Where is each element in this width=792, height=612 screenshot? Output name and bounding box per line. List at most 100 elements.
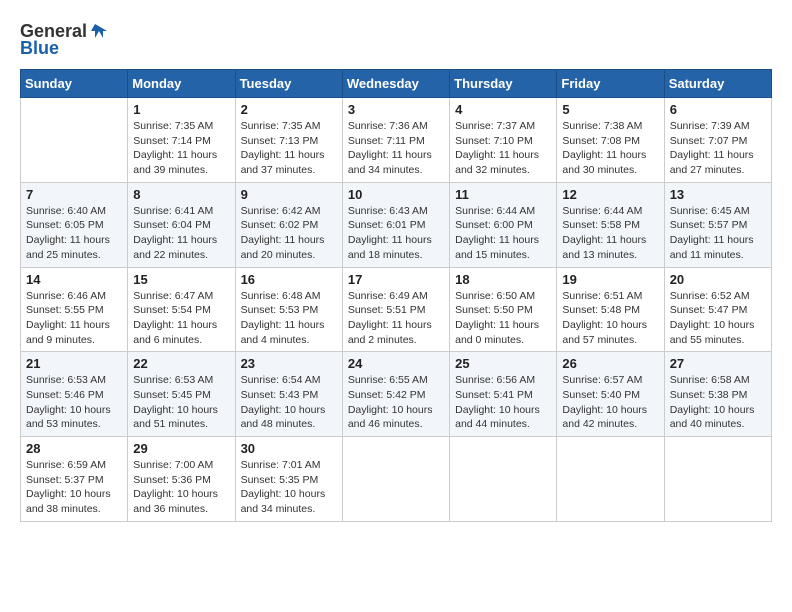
day-number: 8 [133,187,229,202]
day-detail: Sunrise: 6:51 AMSunset: 5:48 PMDaylight:… [562,289,658,348]
day-number: 25 [455,356,551,371]
day-detail: Sunrise: 6:58 AMSunset: 5:38 PMDaylight:… [670,373,766,432]
day-detail: Sunrise: 7:35 AMSunset: 7:14 PMDaylight:… [133,119,229,178]
calendar-cell [450,437,557,522]
day-number: 22 [133,356,229,371]
day-number: 10 [348,187,444,202]
day-detail: Sunrise: 6:42 AMSunset: 6:02 PMDaylight:… [241,204,337,263]
calendar-cell: 13 Sunrise: 6:45 AMSunset: 5:57 PMDayligh… [664,182,771,267]
day-detail: Sunrise: 6:53 AMSunset: 5:46 PMDaylight:… [26,373,122,432]
weekday-header-wednesday: Wednesday [342,70,449,98]
weekday-header-thursday: Thursday [450,70,557,98]
day-number: 17 [348,272,444,287]
calendar-week-row: 28 Sunrise: 6:59 AMSunset: 5:37 PMDayligh… [21,437,772,522]
calendar-cell: 19 Sunrise: 6:51 AMSunset: 5:48 PMDayligh… [557,267,664,352]
calendar-cell: 28 Sunrise: 6:59 AMSunset: 5:37 PMDayligh… [21,437,128,522]
day-number: 15 [133,272,229,287]
day-number: 19 [562,272,658,287]
calendar-cell: 10 Sunrise: 6:43 AMSunset: 6:01 PMDayligh… [342,182,449,267]
day-number: 21 [26,356,122,371]
calendar-cell: 11 Sunrise: 6:44 AMSunset: 6:00 PMDayligh… [450,182,557,267]
day-detail: Sunrise: 7:35 AMSunset: 7:13 PMDaylight:… [241,119,337,178]
weekday-header-monday: Monday [128,70,235,98]
calendar-cell: 21 Sunrise: 6:53 AMSunset: 5:46 PMDayligh… [21,352,128,437]
calendar-cell [664,437,771,522]
day-detail: Sunrise: 6:59 AMSunset: 5:37 PMDaylight:… [26,458,122,517]
calendar-cell: 22 Sunrise: 6:53 AMSunset: 5:45 PMDayligh… [128,352,235,437]
page-header: General Blue [20,20,772,59]
day-number: 6 [670,102,766,117]
calendar-week-row: 1 Sunrise: 7:35 AMSunset: 7:14 PMDaylight… [21,98,772,183]
day-number: 11 [455,187,551,202]
day-detail: Sunrise: 7:39 AMSunset: 7:07 PMDaylight:… [670,119,766,178]
calendar-cell [21,98,128,183]
day-number: 3 [348,102,444,117]
calendar-cell: 17Sunrise: 6:49 AMSunset: 5:51 PMDayligh… [342,267,449,352]
calendar-week-row: 14 Sunrise: 6:46 AMSunset: 5:55 PMDayligh… [21,267,772,352]
day-detail: Sunrise: 6:47 AMSunset: 5:54 PMDaylight:… [133,289,229,348]
day-number: 28 [26,441,122,456]
day-detail: Sunrise: 7:37 AMSunset: 7:10 PMDaylight:… [455,119,551,178]
calendar-cell [557,437,664,522]
logo-arrow-icon [89,20,111,42]
calendar-cell: 4 Sunrise: 7:37 AMSunset: 7:10 PMDaylight… [450,98,557,183]
day-detail: Sunrise: 6:40 AMSunset: 6:05 PMDaylight:… [26,204,122,263]
day-number: 26 [562,356,658,371]
day-number: 1 [133,102,229,117]
calendar-cell: 24 Sunrise: 6:55 AMSunset: 5:42 PMDayligh… [342,352,449,437]
day-number: 5 [562,102,658,117]
calendar-cell: 12 Sunrise: 6:44 AMSunset: 5:58 PMDayligh… [557,182,664,267]
day-detail: Sunrise: 7:38 AMSunset: 7:08 PMDaylight:… [562,119,658,178]
day-detail: Sunrise: 6:48 AMSunset: 5:53 PMDaylight:… [241,289,337,348]
day-number: 27 [670,356,766,371]
day-number: 12 [562,187,658,202]
calendar-cell: 2Sunrise: 7:35 AMSunset: 7:13 PMDaylight… [235,98,342,183]
calendar-cell: 7 Sunrise: 6:40 AMSunset: 6:05 PMDaylight… [21,182,128,267]
day-number: 30 [241,441,337,456]
day-detail: Sunrise: 6:50 AMSunset: 5:50 PMDaylight:… [455,289,551,348]
weekday-header-saturday: Saturday [664,70,771,98]
calendar-cell: 9 Sunrise: 6:42 AMSunset: 6:02 PMDaylight… [235,182,342,267]
calendar-cell: 27 Sunrise: 6:58 AMSunset: 5:38 PMDayligh… [664,352,771,437]
calendar-cell: 5 Sunrise: 7:38 AMSunset: 7:08 PMDaylight… [557,98,664,183]
calendar-week-row: 21 Sunrise: 6:53 AMSunset: 5:46 PMDayligh… [21,352,772,437]
calendar-cell: 3 Sunrise: 7:36 AMSunset: 7:11 PMDaylight… [342,98,449,183]
day-number: 20 [670,272,766,287]
day-detail: Sunrise: 6:53 AMSunset: 5:45 PMDaylight:… [133,373,229,432]
day-number: 7 [26,187,122,202]
day-detail: Sunrise: 6:43 AMSunset: 6:01 PMDaylight:… [348,204,444,263]
day-number: 4 [455,102,551,117]
day-detail: Sunrise: 6:41 AMSunset: 6:04 PMDaylight:… [133,204,229,263]
day-detail: Sunrise: 6:44 AMSunset: 5:58 PMDaylight:… [562,204,658,263]
day-detail: Sunrise: 6:45 AMSunset: 5:57 PMDaylight:… [670,204,766,263]
day-detail: Sunrise: 7:00 AMSunset: 5:36 PMDaylight:… [133,458,229,517]
calendar-cell: 23Sunrise: 6:54 AMSunset: 5:43 PMDayligh… [235,352,342,437]
day-number: 23 [241,356,337,371]
calendar-cell: 6 Sunrise: 7:39 AMSunset: 7:07 PMDaylight… [664,98,771,183]
weekday-header-friday: Friday [557,70,664,98]
day-detail: Sunrise: 6:57 AMSunset: 5:40 PMDaylight:… [562,373,658,432]
weekday-header-sunday: Sunday [21,70,128,98]
calendar-cell: 14 Sunrise: 6:46 AMSunset: 5:55 PMDayligh… [21,267,128,352]
day-detail: Sunrise: 6:52 AMSunset: 5:47 PMDaylight:… [670,289,766,348]
day-number: 9 [241,187,337,202]
calendar-cell: 25 Sunrise: 6:56 AMSunset: 5:41 PMDayligh… [450,352,557,437]
logo-container: General Blue [20,20,111,59]
calendar-cell: 29Sunrise: 7:00 AMSunset: 5:36 PMDayligh… [128,437,235,522]
day-detail: Sunrise: 7:01 AMSunset: 5:35 PMDaylight:… [241,458,337,517]
calendar-cell: 30 Sunrise: 7:01 AMSunset: 5:35 PMDayligh… [235,437,342,522]
calendar-cell: 18Sunrise: 6:50 AMSunset: 5:50 PMDayligh… [450,267,557,352]
day-detail: Sunrise: 6:56 AMSunset: 5:41 PMDaylight:… [455,373,551,432]
day-detail: Sunrise: 6:44 AMSunset: 6:00 PMDaylight:… [455,204,551,263]
day-number: 13 [670,187,766,202]
day-detail: Sunrise: 7:36 AMSunset: 7:11 PMDaylight:… [348,119,444,178]
calendar-cell: 16Sunrise: 6:48 AMSunset: 5:53 PMDayligh… [235,267,342,352]
calendar-cell: 26 Sunrise: 6:57 AMSunset: 5:40 PMDayligh… [557,352,664,437]
logo: General Blue [20,20,111,59]
calendar-cell: 1 Sunrise: 7:35 AMSunset: 7:14 PMDaylight… [128,98,235,183]
calendar-week-row: 7 Sunrise: 6:40 AMSunset: 6:05 PMDaylight… [21,182,772,267]
day-detail: Sunrise: 6:46 AMSunset: 5:55 PMDaylight:… [26,289,122,348]
day-number: 24 [348,356,444,371]
day-detail: Sunrise: 6:55 AMSunset: 5:42 PMDaylight:… [348,373,444,432]
day-number: 14 [26,272,122,287]
